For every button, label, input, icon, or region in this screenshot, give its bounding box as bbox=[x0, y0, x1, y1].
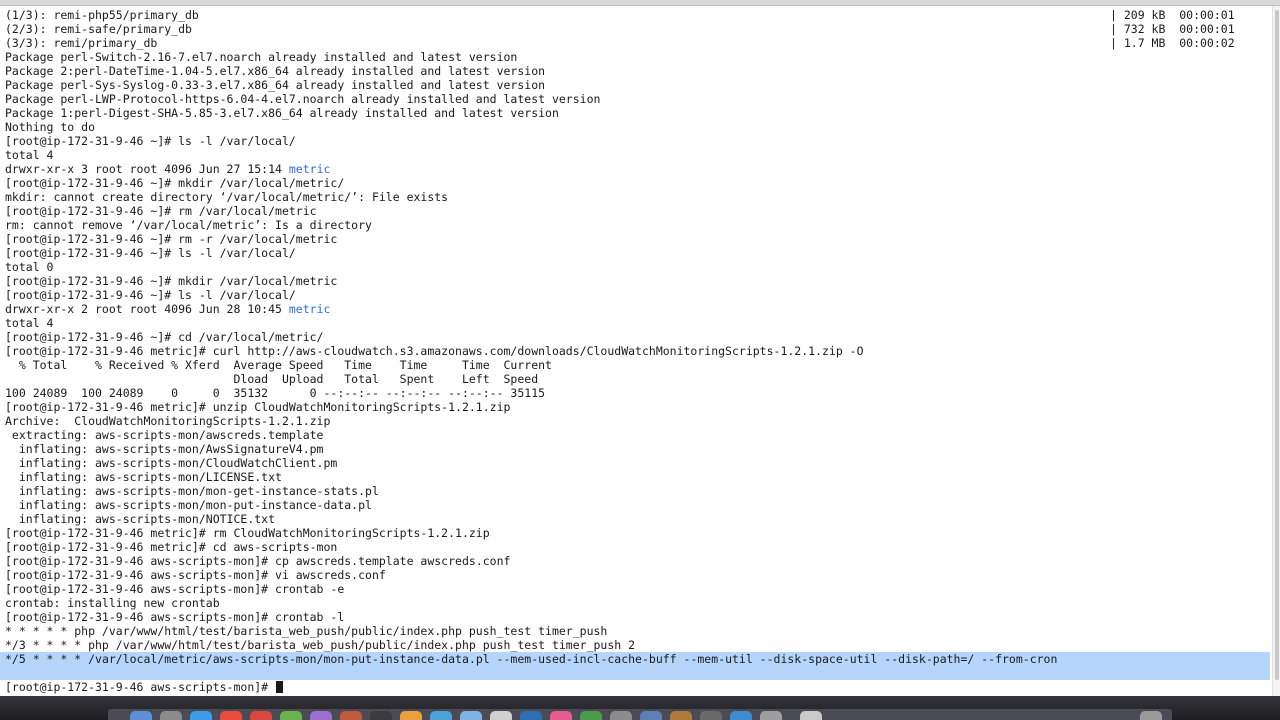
terminal-line: */3 * * * * php /var/www/html/test/baris… bbox=[5, 638, 636, 652]
ls-output-text: drwxr-xr-x 2 root root 4096 Jun 28 10:45 bbox=[5, 302, 289, 316]
terminal-line: [root@ip-172-31-9-46 metric]# cd aws-scr… bbox=[5, 540, 338, 554]
download-stat: | 209 kB 00:00:01 bbox=[1110, 8, 1235, 22]
terminal-line: (1/3): remi-php55/primary_db bbox=[5, 8, 199, 22]
terminal-line: inflating: aws-scripts-mon/NOTICE.txt bbox=[5, 512, 276, 526]
terminal-line: total 4 bbox=[5, 148, 54, 162]
terminal-line: drwxr-xr-x 3 root root 4096 Jun 27 15:14… bbox=[5, 162, 330, 176]
app-icon[interactable] bbox=[310, 711, 332, 720]
terminal-line: crontab: installing new crontab bbox=[5, 596, 220, 610]
terminal-line: inflating: aws-scripts-mon/CloudWatchCli… bbox=[5, 456, 338, 470]
terminal-line: inflating: aws-scripts-mon/AwsSignatureV… bbox=[5, 442, 324, 456]
launchpad-icon[interactable] bbox=[160, 711, 182, 720]
text-cursor bbox=[276, 681, 284, 693]
shell-prompt: [root@ip-172-31-9-46 aws-scripts-mon]# bbox=[5, 680, 276, 694]
terminal-app-icon[interactable] bbox=[370, 711, 392, 720]
app-icon[interactable] bbox=[760, 711, 782, 720]
terminal-line: rm: cannot remove ‘/var/local/metric’: I… bbox=[5, 218, 372, 232]
terminal-line: 100 24089 100 24089 0 0 35132 0 --:--:--… bbox=[5, 386, 546, 400]
calendar-icon[interactable] bbox=[250, 711, 272, 720]
terminal-line: [root@ip-172-31-9-46 ~]# rm /var/local/m… bbox=[5, 204, 317, 218]
app-icon[interactable] bbox=[700, 711, 722, 720]
terminal-line: Package perl-LWP-Protocol-https-6.04-4.e… bbox=[5, 92, 601, 106]
app-icon[interactable] bbox=[580, 711, 602, 720]
finder-icon[interactable] bbox=[130, 711, 152, 720]
terminal-line: drwxr-xr-x 2 root root 4096 Jun 28 10:45… bbox=[5, 302, 330, 316]
downloads-folder-icon[interactable] bbox=[800, 711, 822, 720]
dock bbox=[0, 696, 1280, 720]
safari-icon[interactable] bbox=[190, 711, 212, 720]
terminal-line: Package 1:perl-Digest-SHA-5.85-3.el7.x86… bbox=[5, 106, 559, 120]
app-icon[interactable] bbox=[670, 711, 692, 720]
app-icon[interactable] bbox=[430, 711, 452, 720]
app-icon[interactable] bbox=[730, 711, 752, 720]
terminal-line: [root@ip-172-31-9-46 ~]# cd /var/local/m… bbox=[5, 330, 324, 344]
terminal-line: (3/3): remi/primary_db bbox=[5, 36, 158, 50]
prompt-line[interactable]: [root@ip-172-31-9-46 aws-scripts-mon]# bbox=[5, 680, 284, 694]
cron-schedule-text: */5 * * * * bbox=[5, 652, 89, 666]
selected-text[interactable]: /var/local/metric/aws-scripts-mon/mon-pu… bbox=[88, 652, 1057, 666]
terminal-line: [root@ip-172-31-9-46 ~]# mkdir /var/loca… bbox=[5, 176, 345, 190]
messages-icon[interactable] bbox=[280, 711, 302, 720]
terminal-line: % Total % Received % Xferd Average Speed… bbox=[5, 358, 552, 372]
terminal-line: Nothing to do bbox=[5, 120, 96, 134]
terminal-line: inflating: aws-scripts-mon/LICENSE.txt bbox=[5, 470, 282, 484]
app-icon[interactable] bbox=[460, 711, 482, 720]
terminal-line: [root@ip-172-31-9-46 aws-scripts-mon]# c… bbox=[5, 582, 345, 596]
app-icon[interactable] bbox=[490, 711, 512, 720]
directory-name: metric bbox=[288, 302, 331, 316]
app-icon[interactable] bbox=[550, 711, 572, 720]
terminal-line: Archive: CloudWatchMonitoringScripts-1.2… bbox=[5, 414, 331, 428]
terminal-line: Package 2:perl-DateTime-1.04-5.el7.x86_6… bbox=[5, 64, 546, 78]
terminal-line: [root@ip-172-31-9-46 aws-scripts-mon]# v… bbox=[5, 568, 386, 582]
terminal-line: extracting: aws-scripts-mon/awscreds.tem… bbox=[5, 428, 324, 442]
terminal-line: inflating: aws-scripts-mon/mon-get-insta… bbox=[5, 484, 379, 498]
vertical-scrollbar[interactable] bbox=[1272, 6, 1280, 696]
terminal-line: total 4 bbox=[5, 316, 54, 330]
terminal-line: [root@ip-172-31-9-46 ~]# ls -l /var/loca… bbox=[5, 134, 296, 148]
app-icon[interactable] bbox=[640, 711, 662, 720]
terminal-line: [root@ip-172-31-9-46 ~]# rm -r /var/loca… bbox=[5, 232, 338, 246]
chrome-icon[interactable] bbox=[220, 711, 242, 720]
terminal-line: inflating: aws-scripts-mon/mon-put-insta… bbox=[5, 498, 372, 512]
terminal-line: [root@ip-172-31-9-46 metric]# rm CloudWa… bbox=[5, 526, 490, 540]
download-stat: | 732 kB 00:00:01 bbox=[1110, 22, 1235, 36]
terminal-line: (2/3): remi-safe/primary_db bbox=[5, 22, 192, 36]
directory-name: metric bbox=[288, 162, 331, 176]
terminal-line: Dload Upload Total Spent Left Speed bbox=[5, 372, 539, 386]
app-icon[interactable] bbox=[400, 711, 422, 720]
app-icon[interactable] bbox=[520, 711, 542, 720]
terminal-line: [root@ip-172-31-9-46 ~]# ls -l /var/loca… bbox=[5, 288, 296, 302]
terminal-line: [root@ip-172-31-9-46 aws-scripts-mon]# c… bbox=[5, 554, 511, 568]
terminal-line: * * * * * php /var/www/html/test/barista… bbox=[5, 624, 608, 638]
app-icon[interactable] bbox=[610, 711, 632, 720]
trash-icon[interactable] bbox=[1140, 711, 1162, 720]
terminal-line: Package perl-Switch-2.16-7.el7.noarch al… bbox=[5, 50, 518, 64]
scroll-thumb[interactable] bbox=[1275, 10, 1279, 680]
ls-output-text: drwxr-xr-x 3 root root 4096 Jun 27 15:14 bbox=[5, 162, 289, 176]
terminal-line: mkdir: cannot create directory ‘/var/loc… bbox=[5, 190, 449, 204]
terminal-line: total 0 bbox=[5, 260, 54, 274]
download-stat: | 1.7 MB 00:00:02 bbox=[1110, 36, 1235, 50]
terminal-line: [root@ip-172-31-9-46 metric]# unzip Clou… bbox=[5, 400, 511, 414]
terminal-line: [root@ip-172-31-9-46 ~]# mkdir /var/loca… bbox=[5, 274, 338, 288]
app-icon[interactable] bbox=[340, 711, 362, 720]
terminal-line: Package perl-Sys-Syslog-0.33-3.el7.x86_6… bbox=[5, 78, 546, 92]
terminal-line: [root@ip-172-31-9-46 metric]# curl http:… bbox=[5, 344, 864, 358]
terminal-window[interactable]: (1/3): remi-php55/primary_db (2/3): remi… bbox=[0, 6, 1272, 696]
selected-crontab-line[interactable]: */5 * * * * /var/local/metric/aws-script… bbox=[0, 652, 1270, 680]
terminal-line: [root@ip-172-31-9-46 ~]# ls -l /var/loca… bbox=[5, 246, 296, 260]
terminal-line: [root@ip-172-31-9-46 aws-scripts-mon]# c… bbox=[5, 610, 345, 624]
